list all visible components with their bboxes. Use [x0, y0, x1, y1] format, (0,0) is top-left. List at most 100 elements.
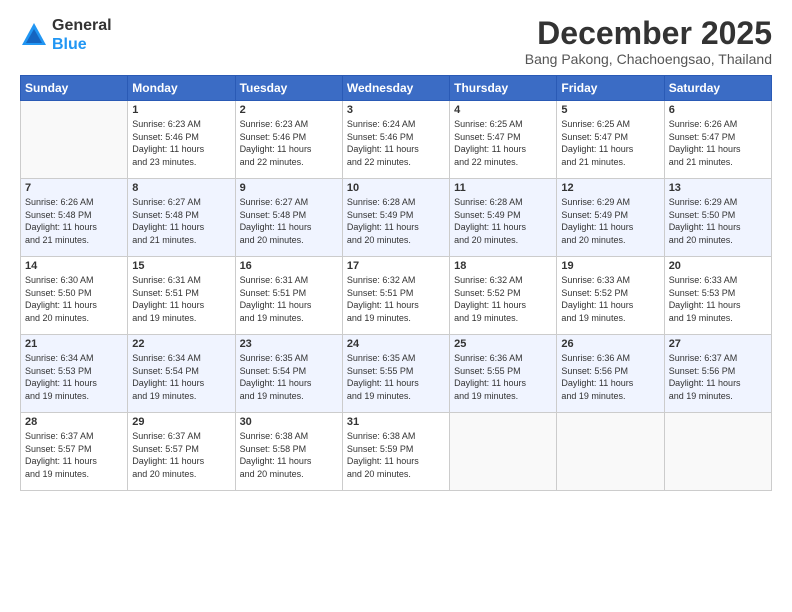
table-row: 16 Sunrise: 6:31 AM Sunset: 5:51 PM Dayli… [235, 257, 342, 335]
day-number: 30 [240, 416, 338, 428]
day-info: Sunrise: 6:37 AM Sunset: 5:57 PM Dayligh… [132, 430, 230, 480]
calendar: Sunday Monday Tuesday Wednesday Thursday… [20, 75, 772, 491]
table-row: 1 Sunrise: 6:23 AM Sunset: 5:46 PM Daylig… [128, 101, 235, 179]
day-number: 2 [240, 104, 338, 116]
calendar-week-row: 21Sunrise: 6:34 AM Sunset: 5:53 PM Dayli… [21, 335, 772, 413]
day-number: 19 [561, 260, 659, 272]
table-row: 2 Sunrise: 6:23 AM Sunset: 5:46 PM Daylig… [235, 101, 342, 179]
day-info: Sunrise: 6:33 AM Sunset: 5:52 PM Dayligh… [561, 274, 659, 324]
day-info: Sunrise: 6:29 AM Sunset: 5:50 PM Dayligh… [669, 196, 767, 246]
day-info: Sunrise: 6:29 AM Sunset: 5:49 PM Dayligh… [561, 196, 659, 246]
day-number: 31 [347, 416, 445, 428]
table-row: 31 Sunrise: 6:38 AM Sunset: 5:59 PM Dayli… [342, 413, 449, 491]
day-info: Sunrise: 6:31 AM Sunset: 5:51 PM Dayligh… [132, 274, 230, 324]
day-info: Sunrise: 6:24 AM Sunset: 5:46 PM Dayligh… [347, 118, 445, 168]
calendar-week-row: 14Sunrise: 6:30 AM Sunset: 5:50 PM Dayli… [21, 257, 772, 335]
table-row: 27Sunrise: 6:37 AM Sunset: 5:56 PM Dayli… [664, 335, 771, 413]
day-number: 1 [132, 104, 230, 116]
day-number: 9 [240, 182, 338, 194]
day-info: Sunrise: 6:38 AM Sunset: 5:58 PM Dayligh… [240, 430, 338, 480]
day-info: Sunrise: 6:33 AM Sunset: 5:53 PM Dayligh… [669, 274, 767, 324]
table-row: 18 Sunrise: 6:32 AM Sunset: 5:52 PM Dayli… [450, 257, 557, 335]
table-row: 20 Sunrise: 6:33 AM Sunset: 5:53 PM Dayli… [664, 257, 771, 335]
table-row: 23 Sunrise: 6:35 AM Sunset: 5:54 PM Dayli… [235, 335, 342, 413]
day-number: 7 [25, 182, 123, 194]
calendar-week-row: 1 Sunrise: 6:23 AM Sunset: 5:46 PM Daylig… [21, 101, 772, 179]
day-number: 18 [454, 260, 552, 272]
day-info: Sunrise: 6:30 AM Sunset: 5:50 PM Dayligh… [25, 274, 123, 324]
table-row: 19 Sunrise: 6:33 AM Sunset: 5:52 PM Dayli… [557, 257, 664, 335]
day-info: Sunrise: 6:35 AM Sunset: 5:54 PM Dayligh… [240, 352, 338, 402]
day-info: Sunrise: 6:23 AM Sunset: 5:46 PM Dayligh… [132, 118, 230, 168]
day-info: Sunrise: 6:26 AM Sunset: 5:48 PM Dayligh… [25, 196, 123, 246]
table-row: 9 Sunrise: 6:27 AM Sunset: 5:48 PM Daylig… [235, 179, 342, 257]
day-info: Sunrise: 6:27 AM Sunset: 5:48 PM Dayligh… [132, 196, 230, 246]
month-title: December 2025 [525, 16, 772, 51]
table-row: 29 Sunrise: 6:37 AM Sunset: 5:57 PM Dayli… [128, 413, 235, 491]
day-number: 15 [132, 260, 230, 272]
day-number: 17 [347, 260, 445, 272]
table-row: 17Sunrise: 6:32 AM Sunset: 5:51 PM Dayli… [342, 257, 449, 335]
day-info: Sunrise: 6:34 AM Sunset: 5:54 PM Dayligh… [132, 352, 230, 402]
table-row [664, 413, 771, 491]
day-info: Sunrise: 6:31 AM Sunset: 5:51 PM Dayligh… [240, 274, 338, 324]
day-number: 16 [240, 260, 338, 272]
table-row: 13 Sunrise: 6:29 AM Sunset: 5:50 PM Dayli… [664, 179, 771, 257]
day-info: Sunrise: 6:25 AM Sunset: 5:47 PM Dayligh… [454, 118, 552, 168]
table-row: 21Sunrise: 6:34 AM Sunset: 5:53 PM Dayli… [21, 335, 128, 413]
day-info: Sunrise: 6:32 AM Sunset: 5:52 PM Dayligh… [454, 274, 552, 324]
day-info: Sunrise: 6:35 AM Sunset: 5:55 PM Dayligh… [347, 352, 445, 402]
logo: General Blue [20, 16, 112, 54]
day-number: 3 [347, 104, 445, 116]
table-row: 24 Sunrise: 6:35 AM Sunset: 5:55 PM Dayli… [342, 335, 449, 413]
day-info: Sunrise: 6:28 AM Sunset: 5:49 PM Dayligh… [454, 196, 552, 246]
day-number: 28 [25, 416, 123, 428]
day-number: 21 [25, 338, 123, 350]
day-number: 22 [132, 338, 230, 350]
day-number: 8 [132, 182, 230, 194]
calendar-week-row: 28 Sunrise: 6:37 AM Sunset: 5:57 PM Dayli… [21, 413, 772, 491]
day-info: Sunrise: 6:23 AM Sunset: 5:46 PM Dayligh… [240, 118, 338, 168]
day-number: 12 [561, 182, 659, 194]
day-number: 24 [347, 338, 445, 350]
location: Bang Pakong, Chachoengsao, Thailand [525, 51, 772, 67]
table-row: 26Sunrise: 6:36 AM Sunset: 5:56 PM Dayli… [557, 335, 664, 413]
title-area: December 2025 Bang Pakong, Chachoengsao,… [525, 16, 772, 67]
table-row: 15 Sunrise: 6:31 AM Sunset: 5:51 PM Dayli… [128, 257, 235, 335]
table-row: 12 Sunrise: 6:29 AM Sunset: 5:49 PM Dayli… [557, 179, 664, 257]
day-number: 23 [240, 338, 338, 350]
day-info: Sunrise: 6:26 AM Sunset: 5:47 PM Dayligh… [669, 118, 767, 168]
col-saturday: Saturday [664, 76, 771, 101]
col-wednesday: Wednesday [342, 76, 449, 101]
table-row: 7 Sunrise: 6:26 AM Sunset: 5:48 PM Daylig… [21, 179, 128, 257]
day-number: 27 [669, 338, 767, 350]
table-row [21, 101, 128, 179]
table-row: 8 Sunrise: 6:27 AM Sunset: 5:48 PM Daylig… [128, 179, 235, 257]
day-number: 5 [561, 104, 659, 116]
day-number: 13 [669, 182, 767, 194]
day-info: Sunrise: 6:28 AM Sunset: 5:49 PM Dayligh… [347, 196, 445, 246]
calendar-header-row: Sunday Monday Tuesday Wednesday Thursday… [21, 76, 772, 101]
day-number: 4 [454, 104, 552, 116]
col-friday: Friday [557, 76, 664, 101]
day-number: 26 [561, 338, 659, 350]
day-info: Sunrise: 6:37 AM Sunset: 5:57 PM Dayligh… [25, 430, 123, 480]
logo-icon [20, 21, 48, 49]
day-number: 6 [669, 104, 767, 116]
day-info: Sunrise: 6:36 AM Sunset: 5:55 PM Dayligh… [454, 352, 552, 402]
day-number: 29 [132, 416, 230, 428]
table-row: 6 Sunrise: 6:26 AM Sunset: 5:47 PM Daylig… [664, 101, 771, 179]
logo-text: General Blue [52, 16, 112, 54]
table-row: 14Sunrise: 6:30 AM Sunset: 5:50 PM Dayli… [21, 257, 128, 335]
day-info: Sunrise: 6:27 AM Sunset: 5:48 PM Dayligh… [240, 196, 338, 246]
table-row [557, 413, 664, 491]
table-row: 25 Sunrise: 6:36 AM Sunset: 5:55 PM Dayli… [450, 335, 557, 413]
calendar-week-row: 7 Sunrise: 6:26 AM Sunset: 5:48 PM Daylig… [21, 179, 772, 257]
day-info: Sunrise: 6:38 AM Sunset: 5:59 PM Dayligh… [347, 430, 445, 480]
table-row: 22 Sunrise: 6:34 AM Sunset: 5:54 PM Dayli… [128, 335, 235, 413]
header: General Blue December 2025 Bang Pakong, … [20, 16, 772, 67]
table-row [450, 413, 557, 491]
day-number: 10 [347, 182, 445, 194]
day-number: 20 [669, 260, 767, 272]
day-number: 25 [454, 338, 552, 350]
